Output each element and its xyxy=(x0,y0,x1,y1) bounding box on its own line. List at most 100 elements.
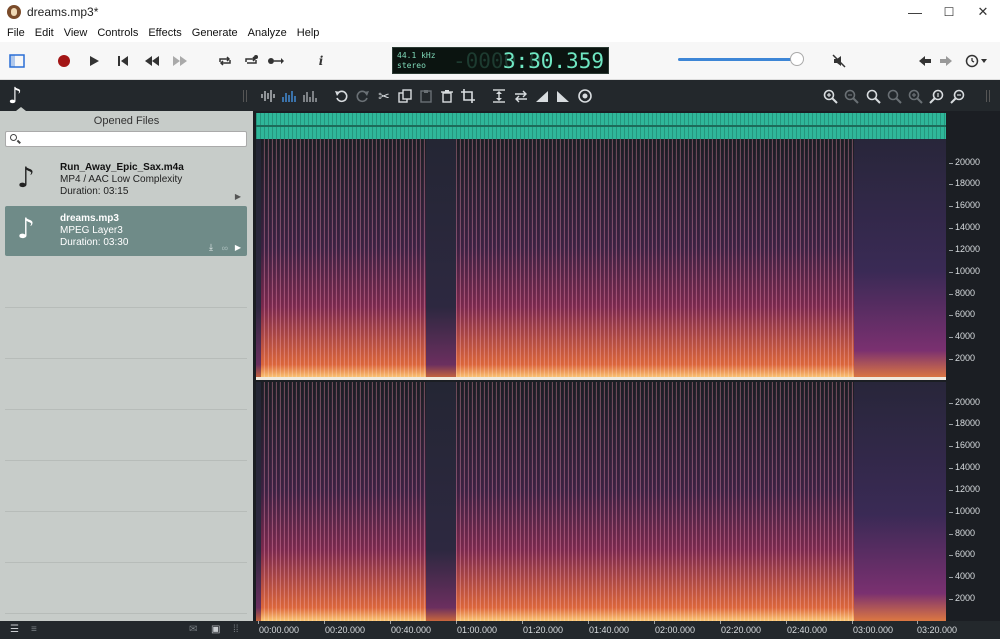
channel-separator xyxy=(256,377,946,380)
time-label: 02:40.000 xyxy=(787,625,828,635)
volume-slider-thumb[interactable] xyxy=(790,52,804,66)
freq-label: 14000 xyxy=(955,462,981,472)
delete-icon[interactable] xyxy=(438,87,456,105)
menu-edit[interactable]: Edit xyxy=(30,27,59,39)
play-file-icon[interactable]: ▶ xyxy=(235,192,241,201)
volume-slider[interactable] xyxy=(678,58,798,61)
redo-icon[interactable] xyxy=(354,87,372,105)
undo-history-back-icon[interactable] xyxy=(914,50,936,72)
crop-icon[interactable] xyxy=(459,87,477,105)
spectrogram-channel-left[interactable] xyxy=(256,139,946,379)
time-label: 02:00.000 xyxy=(655,625,696,635)
spectrogram-view-icon[interactable] xyxy=(280,87,298,105)
close-button[interactable]: ✕ xyxy=(966,0,1000,24)
file-format: MPEG Layer3 xyxy=(60,225,123,236)
freq-label: 6000 xyxy=(955,309,976,319)
maximize-button[interactable]: ☐ xyxy=(932,0,966,24)
file-search-input[interactable] xyxy=(5,131,247,147)
spectrogram-channel-right[interactable] xyxy=(256,382,946,622)
freq-label: 14000 xyxy=(955,222,981,232)
follow-cursor-icon[interactable] xyxy=(265,50,287,72)
vertical-zoom-out-icon[interactable] xyxy=(948,87,966,105)
info-icon[interactable]: i xyxy=(310,50,332,72)
zoom-full-icon[interactable] xyxy=(906,87,924,105)
cut-icon[interactable]: ✂ xyxy=(375,87,393,105)
app-icon xyxy=(7,5,21,19)
record-icon[interactable] xyxy=(53,50,75,72)
freq-label: 2000 xyxy=(955,353,976,363)
list-divider xyxy=(5,562,247,563)
time-label: 00:00.000 xyxy=(259,625,300,635)
loop-selection-icon[interactable] xyxy=(240,50,262,72)
file-item-run-away[interactable]: ♪ Run_Away_Epic_Sax.m4a MP4 / AAC Low Co… xyxy=(5,155,247,205)
history-dropdown-icon[interactable] xyxy=(963,50,991,72)
sidebar-toggle-icon[interactable] xyxy=(6,50,28,72)
file-duration: Duration: 03:15 xyxy=(60,186,129,197)
fast-forward-icon[interactable] xyxy=(169,50,191,72)
file-format: MP4 / AAC Low Complexity xyxy=(60,174,183,185)
zoom-fit-icon[interactable] xyxy=(864,87,882,105)
copy-icon[interactable] xyxy=(396,87,414,105)
freq-label: 10000 xyxy=(955,266,981,276)
skip-back-icon[interactable] xyxy=(112,50,134,72)
compact-view-icon[interactable]: ≡ xyxy=(31,624,37,635)
list-view-icon[interactable]: ☰ xyxy=(10,624,19,635)
window-title: dreams.mp3* xyxy=(27,5,99,19)
menu-bar: File Edit View Controls Effects Generate… xyxy=(0,24,1000,42)
menu-effects[interactable]: Effects xyxy=(143,27,186,39)
freq-label: 10000 xyxy=(955,506,981,516)
fade-out-icon[interactable] xyxy=(554,87,572,105)
rewind-icon[interactable] xyxy=(141,50,163,72)
waveform-view-icon[interactable] xyxy=(259,87,277,105)
music-note-icon: ♪ xyxy=(17,212,35,245)
effects-icon[interactable] xyxy=(576,87,594,105)
combined-view-icon[interactable] xyxy=(301,87,319,105)
list-divider xyxy=(5,613,247,614)
zoom-selection-icon[interactable] xyxy=(885,87,903,105)
menu-controls[interactable]: Controls xyxy=(92,27,143,39)
vertical-zoom-in-icon[interactable] xyxy=(927,87,945,105)
loop-icon[interactable] xyxy=(214,50,236,72)
undo-icon[interactable] xyxy=(332,87,350,105)
play-icon[interactable] xyxy=(83,50,105,72)
reverse-icon[interactable] xyxy=(512,87,530,105)
time-display: 44.1 kHz stereo -0000:0 3:30.359 xyxy=(392,47,609,74)
picture-icon[interactable]: ▣ xyxy=(211,624,220,635)
frequency-axis-left: 20000 18000 16000 14000 12000 10000 8000… xyxy=(949,139,1000,379)
export-icon[interactable]: ⤓ xyxy=(209,242,213,253)
mute-icon[interactable] xyxy=(828,50,850,72)
normalize-icon[interactable] xyxy=(490,87,508,105)
menu-view[interactable]: View xyxy=(59,27,93,39)
menu-generate[interactable]: Generate xyxy=(187,27,243,39)
fade-in-icon[interactable] xyxy=(533,87,551,105)
menu-analyze[interactable]: Analyze xyxy=(243,27,292,39)
freq-label: 20000 xyxy=(955,157,981,167)
minimize-button[interactable]: — xyxy=(898,0,932,24)
grid-icon[interactable]: ⁞⁞ xyxy=(233,624,239,635)
freq-label: 12000 xyxy=(955,484,981,494)
play-file-icon[interactable]: ▶ xyxy=(235,243,241,252)
freq-label: 4000 xyxy=(955,331,976,341)
link-icon[interactable]: ∞ xyxy=(222,243,228,253)
menu-file[interactable]: File xyxy=(2,27,30,39)
mail-icon[interactable]: ✉ xyxy=(189,624,197,635)
list-divider xyxy=(5,307,247,308)
time-label: 01:20.000 xyxy=(523,625,564,635)
toolbar-separator xyxy=(986,90,990,102)
freq-label: 8000 xyxy=(955,528,976,538)
spectrogram-view[interactable]: 20000 18000 16000 14000 12000 10000 8000… xyxy=(253,111,1000,622)
channel-mode: stereo xyxy=(397,61,426,70)
time-label: 00:20.000 xyxy=(325,625,366,635)
overview-waveform[interactable] xyxy=(256,113,946,139)
bottom-bar: ☰ ≡ ✉ ▣ ⁞⁞ 00:00.000 00:20.000 00:40.000… xyxy=(0,621,1000,639)
zoom-out-icon[interactable] xyxy=(842,87,860,105)
menu-help[interactable]: Help xyxy=(292,27,325,39)
freq-label: 8000 xyxy=(955,288,976,298)
file-item-dreams[interactable]: ♪ dreams.mp3 MPEG Layer3 Duration: 03:30… xyxy=(5,206,247,256)
music-note-icon: ♪ xyxy=(8,84,23,109)
paste-icon[interactable] xyxy=(417,87,435,105)
freq-label: 18000 xyxy=(955,418,981,428)
undo-history-forward-icon[interactable] xyxy=(935,50,957,72)
zoom-in-icon[interactable] xyxy=(821,87,839,105)
time-label: 02:20.000 xyxy=(721,625,762,635)
